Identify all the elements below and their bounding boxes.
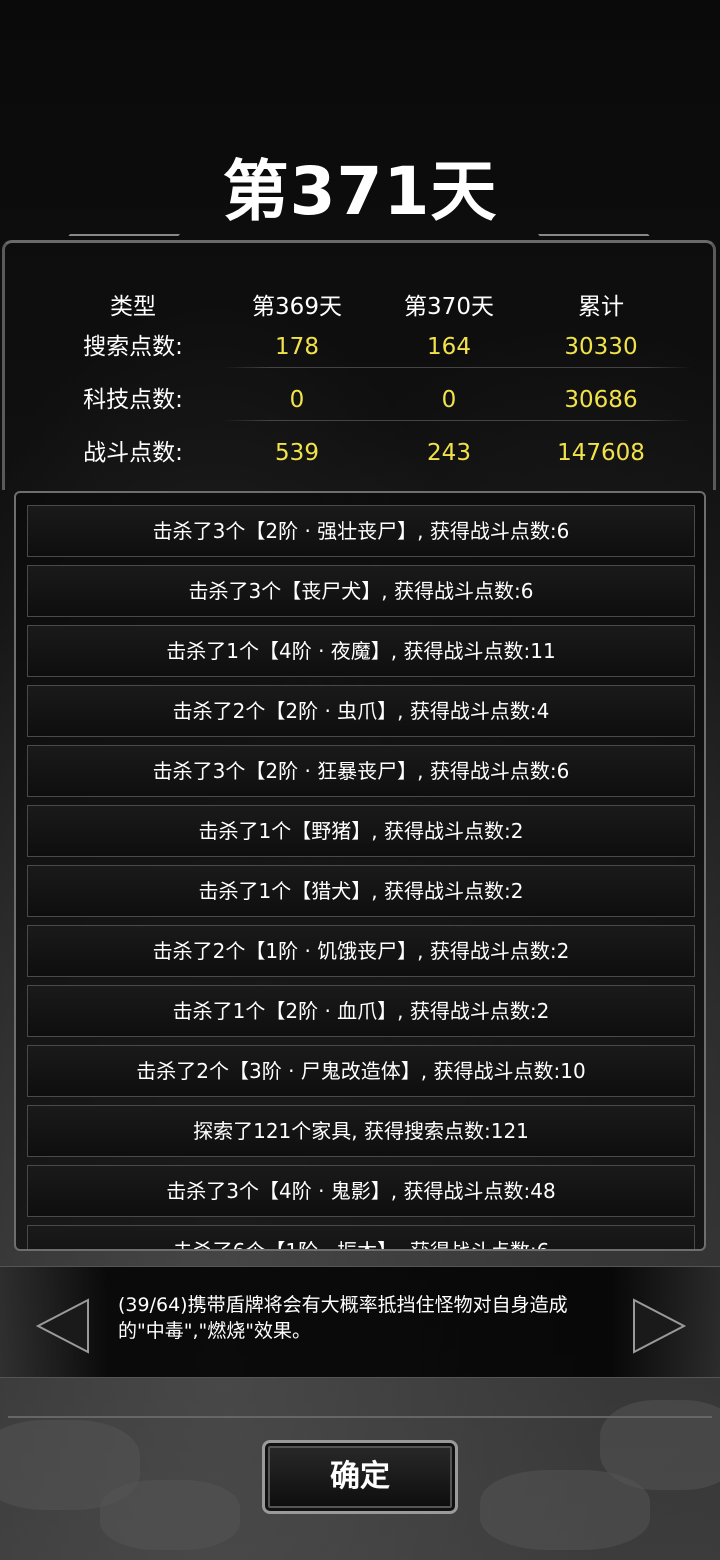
day-title: 第371天 xyxy=(222,153,498,230)
tip-bar: (39/64)携带盾牌将会有大概率抵挡住怪物对自身造成的"中毒","燃烧"效果。 xyxy=(0,1266,720,1418)
triangle-right-icon xyxy=(633,1298,687,1354)
value-total: 30686 xyxy=(564,387,638,413)
log-item: 击杀了2个【1阶 · 饥饿丧尸】, 获得战斗点数:2 xyxy=(27,925,695,977)
tip-text: (39/64)携带盾牌将会有大概率抵挡住怪物对自身造成的"中毒","燃烧"效果。 xyxy=(118,1294,568,1342)
log-item: 击杀了1个【4阶 · 夜魔】, 获得战斗点数:11 xyxy=(27,625,695,677)
value-day369: 178 xyxy=(275,334,319,360)
row-divider xyxy=(222,420,692,421)
confirm-button[interactable]: 确定 xyxy=(262,1440,458,1514)
divider xyxy=(8,1416,712,1418)
value-day369: 539 xyxy=(275,440,319,466)
log-item: 击杀了3个【2阶 · 强壮丧尸】, 获得战斗点数:6 xyxy=(27,505,695,557)
value-day370: 243 xyxy=(427,440,471,466)
log-item: 探索了121个家具, 获得搜索点数:121 xyxy=(27,1105,695,1157)
log-item: 击杀了2个【2阶 · 虫爪】, 获得战斗点数:4 xyxy=(27,685,695,737)
log-item: 击杀了3个【4阶 · 鬼影】, 获得战斗点数:48 xyxy=(27,1165,695,1217)
frame-notch xyxy=(537,234,659,246)
log-item: 击杀了2个【3阶 · 尸鬼改造体】, 获得战斗点数:10 xyxy=(27,1045,695,1097)
frame-notch xyxy=(59,234,181,246)
value-total: 30330 xyxy=(564,334,638,360)
value-day370: 0 xyxy=(441,387,457,413)
stats-row-combat: 战斗点数: 539 243 147608 xyxy=(0,429,720,477)
value-day369: 0 xyxy=(289,387,305,413)
event-log-panel[interactable]: 击杀了3个【2阶 · 强壮丧尸】, 获得战斗点数:6 击杀了3个【丧尸犬】, 获… xyxy=(14,491,706,1251)
log-item: 击杀了6个【1阶 · 振木】, 获得战斗点数:6 xyxy=(27,1225,695,1249)
log-item: 击杀了1个【猎犬】, 获得战斗点数:2 xyxy=(27,865,695,917)
row-label: 战斗点数: xyxy=(83,440,183,466)
event-log-list[interactable]: 击杀了3个【2阶 · 强壮丧尸】, 获得战斗点数:6 击杀了3个【丧尸犬】, 获… xyxy=(27,505,695,1249)
log-item: 击杀了3个【2阶 · 狂暴丧尸】, 获得战斗点数:6 xyxy=(27,745,695,797)
day-summary-screen: 第371天 类型 第369天 第370天 累计 搜索点数: 178 164 30… xyxy=(0,0,720,1560)
triangle-left-icon xyxy=(35,1298,89,1354)
row-divider xyxy=(222,367,692,368)
previous-tip-button[interactable] xyxy=(34,1296,94,1356)
stats-row-tech: 科技点数: 0 0 30686 xyxy=(0,376,720,424)
log-item: 击杀了1个【2阶 · 血爪】, 获得战斗点数:2 xyxy=(27,985,695,1037)
row-label: 科技点数: xyxy=(83,387,183,413)
stats-row-search: 搜索点数: 178 164 30330 xyxy=(0,323,720,371)
log-item: 击杀了1个【野猪】, 获得战斗点数:2 xyxy=(27,805,695,857)
rubble-decoration xyxy=(100,1480,240,1550)
row-label: 搜索点数: xyxy=(83,334,183,360)
value-day370: 164 xyxy=(427,334,471,360)
next-tip-button[interactable] xyxy=(628,1296,688,1356)
log-item: 击杀了3个【丧尸犬】, 获得战斗点数:6 xyxy=(27,565,695,617)
value-total: 147608 xyxy=(557,440,645,466)
